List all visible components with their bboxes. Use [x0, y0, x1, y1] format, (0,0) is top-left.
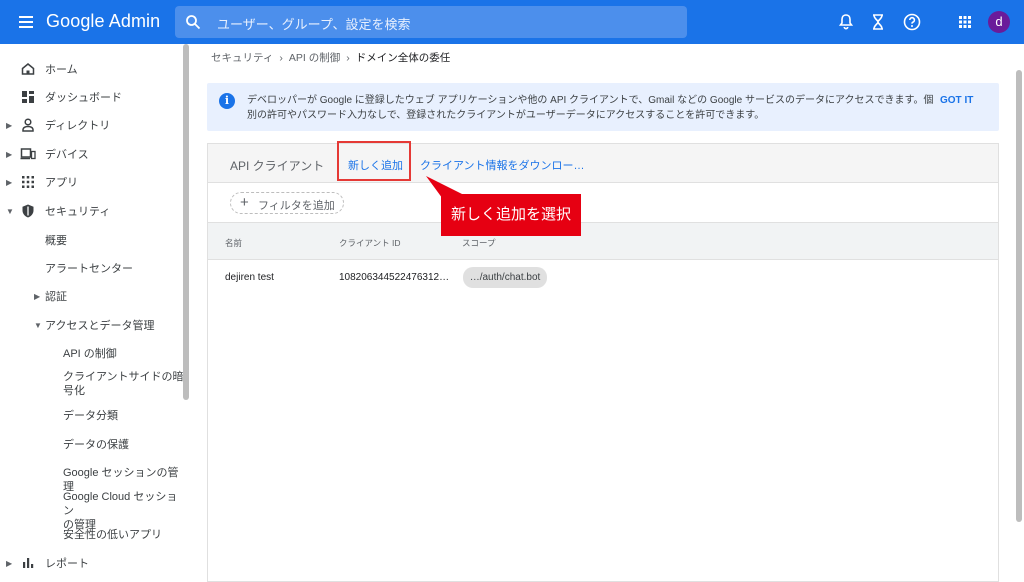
- sidebar-item-label: Google Cloud セッション: [63, 491, 178, 517]
- home-icon: [21, 63, 35, 75]
- menu-icon[interactable]: [19, 16, 33, 28]
- breadcrumb-security[interactable]: セキュリティ: [211, 52, 273, 64]
- sidebar-subitem-api-control[interactable]: API の制御: [63, 347, 117, 361]
- breadcrumb-separator: ›: [279, 52, 283, 64]
- sidebar-scrollbar[interactable]: [183, 44, 189, 400]
- apps-launcher-icon[interactable]: [955, 12, 975, 32]
- column-header-scope[interactable]: スコープ: [462, 237, 496, 249]
- sidebar-item-reports[interactable]: ▶ レポート: [0, 552, 182, 574]
- annotation-callout: 新しく追加を選択: [441, 194, 581, 236]
- panel-title: API クライアント: [230, 159, 325, 173]
- add-filter-button[interactable]: + フィルタを追加: [230, 192, 344, 214]
- filter-label: フィルタを追加: [258, 200, 335, 212]
- sidebar-item-security[interactable]: ▼ セキュリティ: [0, 200, 182, 222]
- person-icon: [22, 118, 34, 132]
- devices-icon: [20, 148, 36, 160]
- download-client-info-button[interactable]: クライアント情報をダウンロー…: [420, 157, 585, 173]
- sidebar-subitem-client-encryption[interactable]: クライアントサイドの暗 号化: [63, 370, 184, 398]
- info-icon: i: [219, 93, 235, 109]
- bell-icon[interactable]: [836, 12, 856, 32]
- sidebar-subitem-access-data[interactable]: アクセスとデータ管理: [45, 319, 154, 333]
- panel-header: API クライアント 新しく追加 クライアント情報をダウンロー…: [208, 144, 998, 183]
- shield-icon: [22, 204, 34, 218]
- sidebar-subitem-data-classification[interactable]: データ分類: [63, 409, 118, 423]
- expand-arrow-icon: ▶: [34, 292, 41, 301]
- info-banner: i デベロッパーが Google に登録したウェブ アプリケーションや他の AP…: [207, 83, 999, 131]
- banner-text: デベロッパーが Google に登録したウェブ アプリケーションや他の API …: [247, 93, 947, 123]
- avatar[interactable]: d: [988, 11, 1010, 33]
- search-bar[interactable]: ユーザー、グループ、設定を検索: [175, 6, 687, 38]
- sidebar-item-label: クライアントサイドの暗: [63, 371, 184, 383]
- sidebar-subitem-less-secure-apps[interactable]: 安全性の低いアプリ: [63, 528, 162, 542]
- expand-arrow-icon: ▶: [6, 558, 13, 568]
- banner-line: デベロッパーが Google に登録したウェブ アプリケーションや他の API …: [247, 95, 934, 106]
- sidebar-item-label: 号化: [63, 385, 85, 397]
- sidebar-subitem-auth[interactable]: 認証: [45, 290, 67, 304]
- hourglass-icon[interactable]: [868, 12, 888, 32]
- sidebar-subitem-cloud-session[interactable]: Google Cloud セッション の管理: [63, 490, 188, 532]
- column-header-client-id[interactable]: クライアント ID: [339, 237, 401, 249]
- search-input[interactable]: ユーザー、グループ、設定を検索: [217, 14, 410, 33]
- sidebar-item-label: ディレクトリ: [45, 120, 111, 132]
- collapse-arrow-icon: ▼: [34, 321, 42, 330]
- sidebar-item-label: セキュリティ: [45, 206, 111, 218]
- row-name: dejiren test: [225, 272, 274, 283]
- column-header-name[interactable]: 名前: [225, 237, 242, 249]
- bar-chart-icon: [23, 558, 34, 568]
- app-brand[interactable]: Google Admin: [46, 11, 160, 32]
- sidebar-item-apps[interactable]: ▶ アプリ: [0, 171, 182, 193]
- search-icon: [186, 15, 201, 30]
- expand-arrow-icon: ▶: [6, 120, 13, 130]
- breadcrumb: セキュリティ › API の制御 › ドメイン全体の委任: [211, 50, 450, 65]
- sidebar-item-label: アプリ: [45, 177, 78, 189]
- sidebar-subitem-alert-center[interactable]: アラートセンター: [45, 262, 133, 276]
- expand-arrow-icon: ▶: [6, 149, 13, 159]
- breadcrumb-separator: ›: [346, 52, 350, 64]
- table-header: 名前 クライアント ID スコープ: [208, 222, 998, 260]
- scope-chip: …/auth/chat.bot: [463, 267, 547, 288]
- plus-icon: +: [240, 194, 249, 211]
- sidebar-item-label: ダッシュボード: [45, 92, 122, 104]
- highlight-box: [337, 141, 411, 181]
- sidebar-subitem-data-protection[interactable]: データの保護: [63, 438, 129, 452]
- main-scrollbar[interactable]: [1016, 70, 1022, 522]
- help-icon[interactable]: [902, 12, 922, 32]
- banner-line: 別の許可やパスワード入力なしで、登録されたクライアントがユーザーデータにアクセス…: [247, 110, 765, 121]
- expand-arrow-icon: ▶: [6, 177, 13, 187]
- sidebar-item-label: レポート: [45, 558, 89, 570]
- row-client-id: 108206344522476312…: [339, 272, 450, 283]
- apps-grid-icon: [22, 176, 34, 188]
- sidebar-item-label: ホーム: [45, 64, 78, 76]
- sidebar-item-dashboard[interactable]: ダッシュボード: [0, 86, 182, 108]
- sidebar-item-devices[interactable]: ▶ デバイス: [0, 143, 182, 165]
- breadcrumb-current: ドメイン全体の委任: [355, 52, 451, 64]
- top-app-bar: Google Admin ユーザー、グループ、設定を検索 d: [0, 0, 1024, 44]
- collapse-arrow-icon: ▼: [6, 206, 14, 216]
- sidebar-item-directory[interactable]: ▶ ディレクトリ: [0, 114, 182, 136]
- sidebar-subitem-overview[interactable]: 概要: [45, 234, 67, 248]
- sidebar-item-home[interactable]: ホーム: [0, 58, 182, 80]
- sidebar-nav: ホーム ダッシュボード ▶ ディレクトリ ▶ デバイス ▶ アプリ ▼ セキュリ…: [0, 44, 188, 582]
- dashboard-icon: [22, 91, 34, 103]
- breadcrumb-api-control[interactable]: API の制御: [289, 52, 340, 64]
- sidebar-item-label: デバイス: [45, 149, 89, 161]
